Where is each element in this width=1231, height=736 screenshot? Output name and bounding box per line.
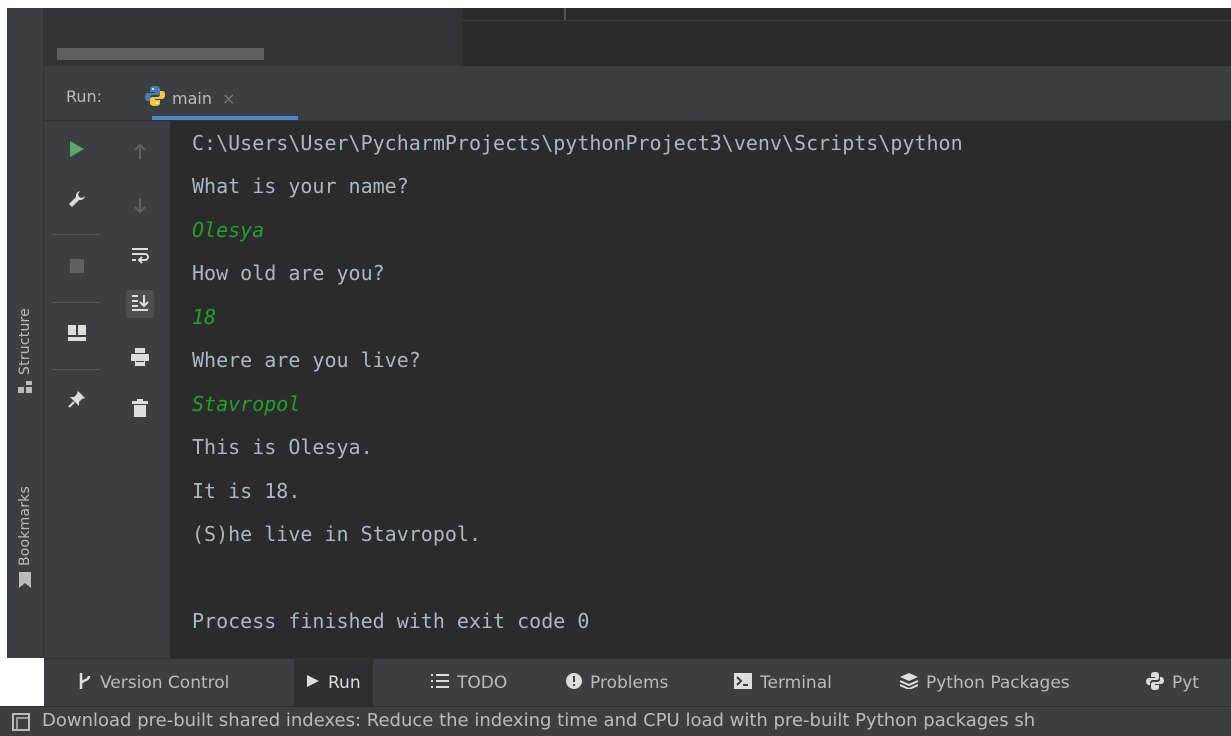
stop-button[interactable]: [63, 253, 91, 281]
bookmarks-tool-tab[interactable]: Bookmarks: [7, 486, 43, 592]
tab-run[interactable]: Run: [294, 659, 373, 707]
pin-icon: [68, 390, 86, 412]
editor-bottom-border: [462, 20, 1231, 21]
tab-python-packages-label: Python Packages: [926, 673, 1070, 693]
tab-run-label: Run: [328, 673, 361, 693]
scroll-to-end-icon: [131, 293, 149, 315]
console-input-line: 18: [192, 305, 217, 329]
console-input-line: Stavropol: [192, 392, 301, 416]
scroll-to-end-button[interactable]: [126, 290, 154, 318]
python-icon: [1146, 671, 1164, 695]
status-message[interactable]: Download pre-built shared indexes: Reduc…: [42, 710, 1035, 731]
bookmark-icon: [19, 572, 31, 592]
bottom-tool-tabs: Version Control Run TODO Problems Termin…: [44, 658, 1231, 707]
terminal-icon: [734, 672, 752, 694]
tab-close-icon[interactable]: ×: [222, 89, 235, 108]
next-occurrence-button[interactable]: [126, 193, 154, 221]
arrow-down-icon: [133, 197, 147, 217]
print-icon: [131, 348, 149, 370]
console-input-line: Olesya: [192, 218, 265, 242]
console-line: Where are you live?: [192, 348, 421, 372]
stop-icon: [70, 258, 84, 277]
tab-version-control[interactable]: Version Control: [66, 659, 241, 707]
project-pane: [44, 8, 463, 66]
run-tool-window-header: Run: main ×: [44, 66, 1231, 121]
layout-icon: [68, 325, 86, 345]
run-label: Run:: [66, 87, 103, 106]
console-line: Process finished with exit code 0: [192, 609, 590, 633]
previous-occurrence-button[interactable]: [126, 140, 154, 168]
toolbar-separator: [52, 234, 100, 235]
layers-icon: [899, 672, 919, 694]
wrench-icon: [68, 190, 86, 212]
toolbar-separator: [52, 369, 100, 370]
tab-terminal[interactable]: Terminal: [722, 659, 844, 707]
editor-area: [44, 8, 1231, 66]
arrow-up-icon: [133, 143, 147, 164]
soft-wrap-icon: [131, 246, 149, 268]
tab-todo-label: TODO: [457, 673, 508, 693]
clear-all-button[interactable]: [126, 396, 154, 424]
bookmarks-tab-label: Bookmarks: [17, 486, 33, 567]
tab-problems[interactable]: Problems: [554, 659, 680, 707]
edit-configuration-button[interactable]: [63, 187, 91, 215]
console-line: How old are you?: [192, 261, 385, 285]
run-icon: [69, 140, 85, 162]
active-tab-indicator: [152, 116, 298, 120]
list-icon: [431, 673, 449, 693]
tab-python-packages[interactable]: Python Packages: [888, 659, 1082, 707]
python-icon: [144, 85, 166, 111]
play-icon: [306, 673, 320, 693]
tab-todo[interactable]: TODO: [419, 659, 519, 707]
editor-divider: [564, 8, 566, 20]
structure-icon: [18, 380, 32, 397]
run-tab-label: main: [172, 88, 212, 108]
console-line: This is Olesya.: [192, 435, 373, 459]
run-toolbar-secondary: [110, 121, 171, 658]
tab-problems-label: Problems: [590, 673, 669, 693]
console-line: (S)he live in Stavropol.: [192, 522, 481, 546]
tool-windows-toggle-icon[interactable]: [12, 713, 30, 736]
status-bar: Download pre-built shared indexes: Reduc…: [0, 706, 1231, 736]
warning-icon: [566, 672, 582, 694]
console-line: C:\Users\User\PycharmProjects\pythonProj…: [192, 131, 963, 155]
console-line: What is your name?: [192, 174, 409, 198]
tab-terminal-label: Terminal: [760, 673, 832, 693]
pin-tab-button[interactable]: [63, 387, 91, 415]
branch-icon: [78, 672, 92, 695]
structure-tab-label: Structure: [17, 308, 33, 375]
print-button[interactable]: [126, 345, 154, 373]
soft-wrap-button[interactable]: [126, 243, 154, 271]
trash-icon: [132, 399, 148, 421]
console-output[interactable]: C:\Users\User\PycharmProjects\pythonProj…: [171, 121, 1231, 658]
tab-python-console-label: Pyt: [1172, 673, 1199, 693]
pycharm-window: Structure Bookmarks Run: main × C:\Users…: [0, 0, 1231, 736]
rerun-button[interactable]: [63, 137, 91, 165]
layout-button[interactable]: [63, 321, 91, 349]
structure-tool-tab[interactable]: Structure: [7, 308, 43, 397]
tab-version-control-label: Version Control: [100, 673, 230, 693]
tab-python-console[interactable]: Pyt: [1134, 659, 1211, 707]
run-config-tab[interactable]: main ×: [144, 78, 235, 118]
run-toolbar-primary: [44, 121, 111, 658]
horizontal-scrollbar[interactable]: [57, 48, 264, 60]
console-line: It is 18.: [192, 479, 301, 503]
left-tool-strip: Structure Bookmarks: [7, 8, 44, 658]
toolbar-separator: [52, 302, 100, 303]
